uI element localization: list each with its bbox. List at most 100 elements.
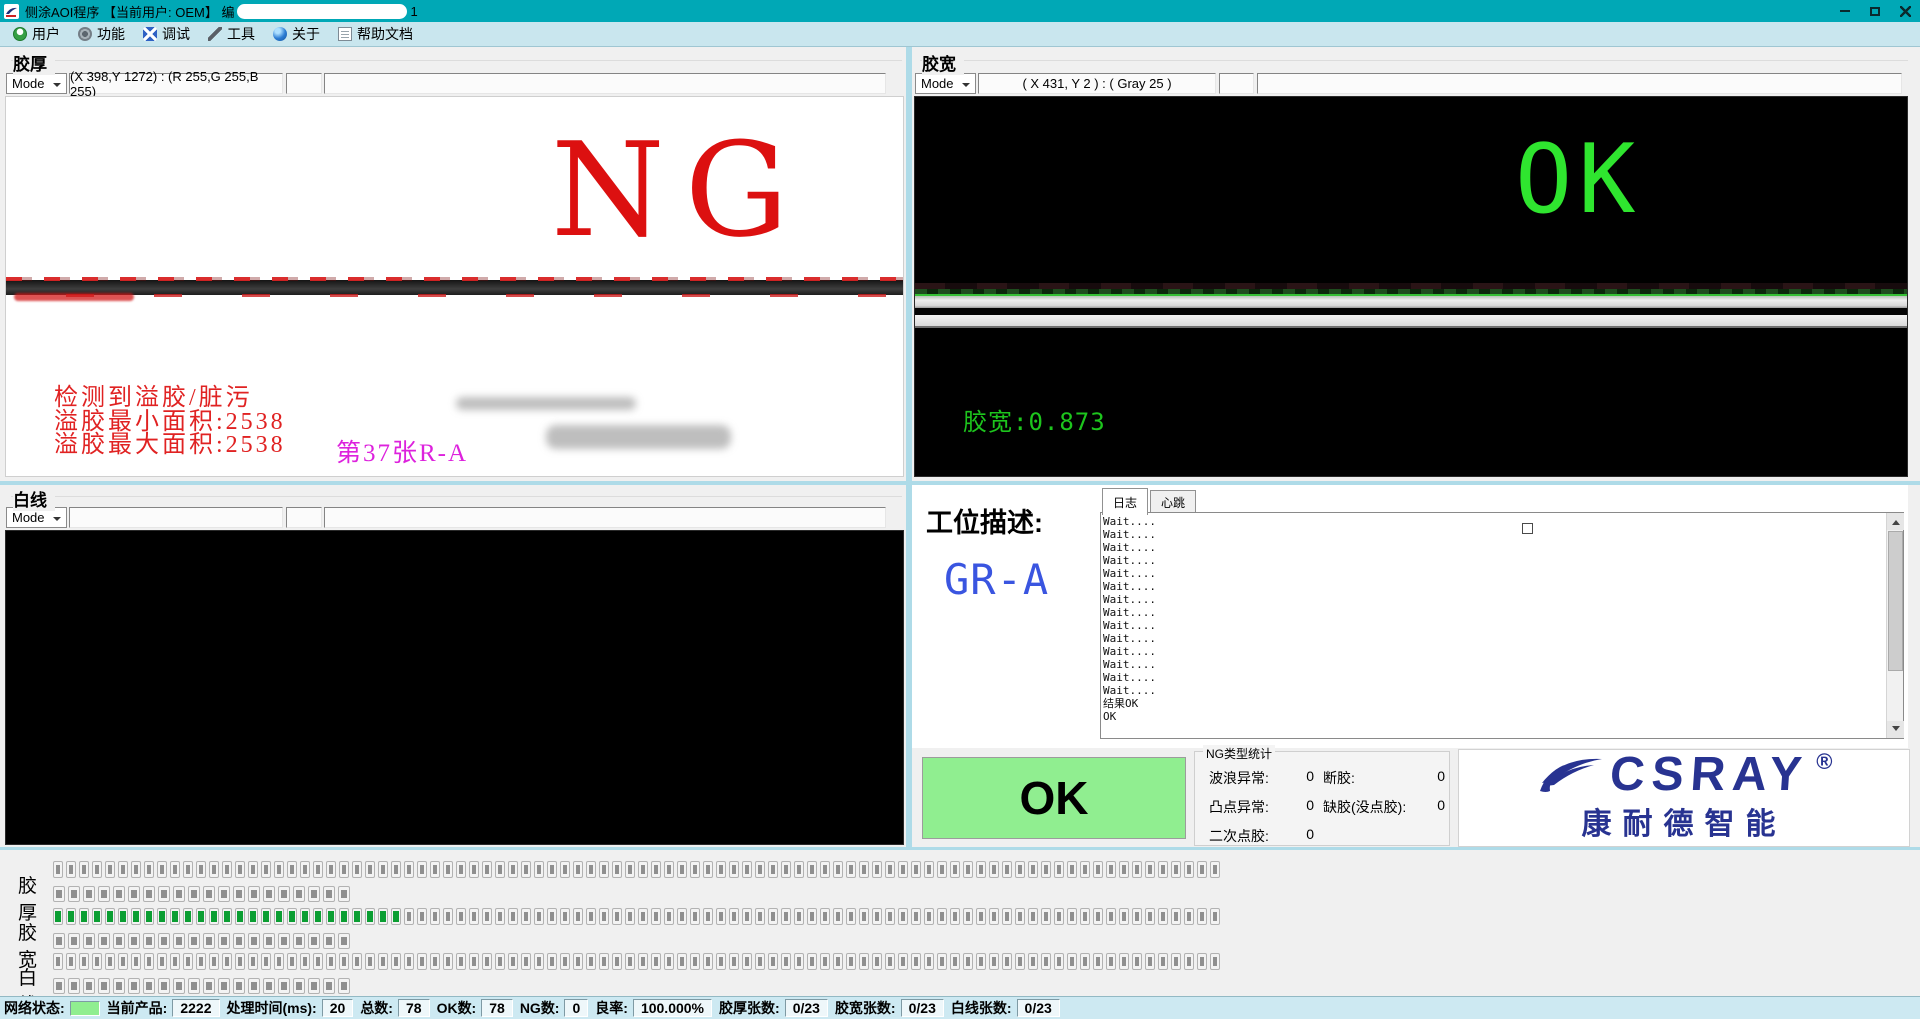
indicator-cell: [859, 908, 869, 925]
log-line: Wait....: [1103, 658, 1884, 671]
indicator-cell: [263, 886, 275, 902]
status-item-label: 总数:: [360, 998, 393, 1018]
indicator-cell: [885, 908, 895, 925]
network-status-label: 网络状态:: [4, 998, 65, 1018]
indicator-cell: [1067, 908, 1077, 925]
indicator-cell: [924, 908, 934, 925]
indicator-row: [53, 933, 350, 949]
indicator-cell: [469, 861, 479, 878]
indicator-cell: [495, 953, 505, 970]
ng-statistics-groupbox: NG类型统计 波浪异常:0凸点异常:0二次点胶:0 断胶:0缺胶(没点胶):0: [1194, 751, 1450, 846]
log-content[interactable]: Wait....Wait....Wait....Wait....Wait....…: [1103, 515, 1884, 736]
menu-item-label: 关于: [292, 24, 320, 44]
indicator-cell: [196, 908, 206, 925]
maximize-button[interactable]: [1860, 0, 1890, 22]
indicator-cell: [1002, 861, 1012, 878]
indicator-cell: [68, 978, 80, 994]
indicator-cell: [339, 908, 349, 925]
white-line-image[interactable]: [5, 530, 904, 845]
indicator-cell: [131, 908, 141, 925]
indicator-cell: [417, 953, 427, 970]
indicator-cell: [365, 861, 375, 878]
log-scrollbar[interactable]: [1886, 513, 1903, 738]
overall-result-button[interactable]: OK: [922, 757, 1186, 839]
status-item-value: 20: [322, 999, 354, 1017]
indicator-cell: [1028, 861, 1038, 878]
about-icon: [273, 27, 287, 41]
indicator-cell: [158, 933, 170, 949]
scroll-up-button[interactable]: [1887, 513, 1904, 530]
indicator-cell: [729, 908, 739, 925]
defect-line: 溢胶最小面积:2538: [54, 411, 286, 435]
indicator-cell: [274, 908, 284, 925]
indicator-cell: [1002, 953, 1012, 970]
indicator-row: [53, 861, 1220, 878]
menu-item-调试[interactable]: 调试: [134, 22, 199, 46]
menu-item-帮助文档[interactable]: 帮助文档: [329, 22, 422, 46]
mode-label: Mode: [921, 76, 954, 91]
menu-item-功能[interactable]: 功能: [69, 22, 134, 46]
indicator-cell: [677, 908, 687, 925]
indicator-cell: [222, 953, 232, 970]
mode-combobox[interactable]: Mode: [915, 73, 976, 94]
minimize-button[interactable]: [1830, 0, 1860, 22]
indicator-cell: [300, 908, 310, 925]
indicator-cell: [625, 908, 635, 925]
status-item-label: 当前产品:: [107, 998, 168, 1018]
indicator-cell: [664, 861, 674, 878]
indicator-cell: [586, 861, 596, 878]
log-checkbox[interactable]: [1522, 523, 1533, 534]
logo-subtitle: 康耐德智能: [1582, 799, 1787, 843]
indicator-row: [53, 978, 350, 994]
log-line: Wait....: [1103, 528, 1884, 541]
menu-item-用户[interactable]: 用户: [4, 22, 69, 46]
indicator-cell: [1184, 953, 1194, 970]
status-item-value: 78: [398, 999, 430, 1017]
glue-width-image[interactable]: OK 胶宽:0.873: [914, 96, 1908, 477]
indicator-cell: [573, 908, 583, 925]
menu-item-工具[interactable]: 工具: [199, 22, 264, 46]
indicator-cell: [378, 861, 388, 878]
indicator-cell: [66, 908, 76, 925]
indicator-cell: [263, 978, 275, 994]
indicator-cell: [586, 953, 596, 970]
indicator-cell: [534, 908, 544, 925]
user-icon: [13, 27, 27, 41]
indicator-row: [53, 886, 350, 902]
scroll-down-button[interactable]: [1887, 721, 1904, 738]
status-item-label: OK数:: [437, 998, 477, 1018]
indicator-cell: [404, 953, 414, 970]
close-button[interactable]: [1890, 0, 1920, 22]
indicator-cell: [118, 908, 128, 925]
indicator-cell: [203, 933, 215, 949]
indicator-cell: [209, 908, 219, 925]
indicator-cell: [1210, 953, 1220, 970]
indicator-cell: [963, 953, 973, 970]
glue-thickness-image[interactable]: NG 检测到溢胶/脏污 溢胶最小面积:2538 溢胶最大面积:2538 第37张…: [5, 96, 904, 477]
glue-width-panel: 胶宽 Mode ( X 431, Y 2 ) : ( Gray 25 ) OK …: [912, 49, 1912, 479]
indicator-cell: [293, 886, 305, 902]
indicator-cell: [293, 978, 305, 994]
indicator-cell: [586, 908, 596, 925]
indicator-cell: [820, 908, 830, 925]
log-line: Wait....: [1103, 593, 1884, 606]
indicator-cell: [1041, 861, 1051, 878]
tab-日志[interactable]: 日志: [1102, 488, 1148, 515]
indicator-cell: [976, 908, 986, 925]
indicator-cell: [173, 886, 185, 902]
scrollbar-thumb[interactable]: [1888, 531, 1903, 671]
indicator-cell: [716, 953, 726, 970]
menu-item-关于[interactable]: 关于: [264, 22, 329, 46]
indicator-cell: [287, 953, 297, 970]
stat-value: 0: [1306, 826, 1314, 846]
indicator-cell: [638, 908, 648, 925]
indicator-row: [53, 953, 1220, 970]
ng-stats-right-column: 断胶:0缺胶(没点胶):0: [1323, 768, 1445, 826]
indicator-cell: [1210, 908, 1220, 925]
indicator-cell: [898, 861, 908, 878]
indicator-cell: [664, 953, 674, 970]
mode-combobox[interactable]: Mode: [6, 73, 67, 94]
station-name: GR-A: [944, 555, 1049, 604]
indicator-cell: [690, 908, 700, 925]
indicator-cell: [1067, 861, 1077, 878]
